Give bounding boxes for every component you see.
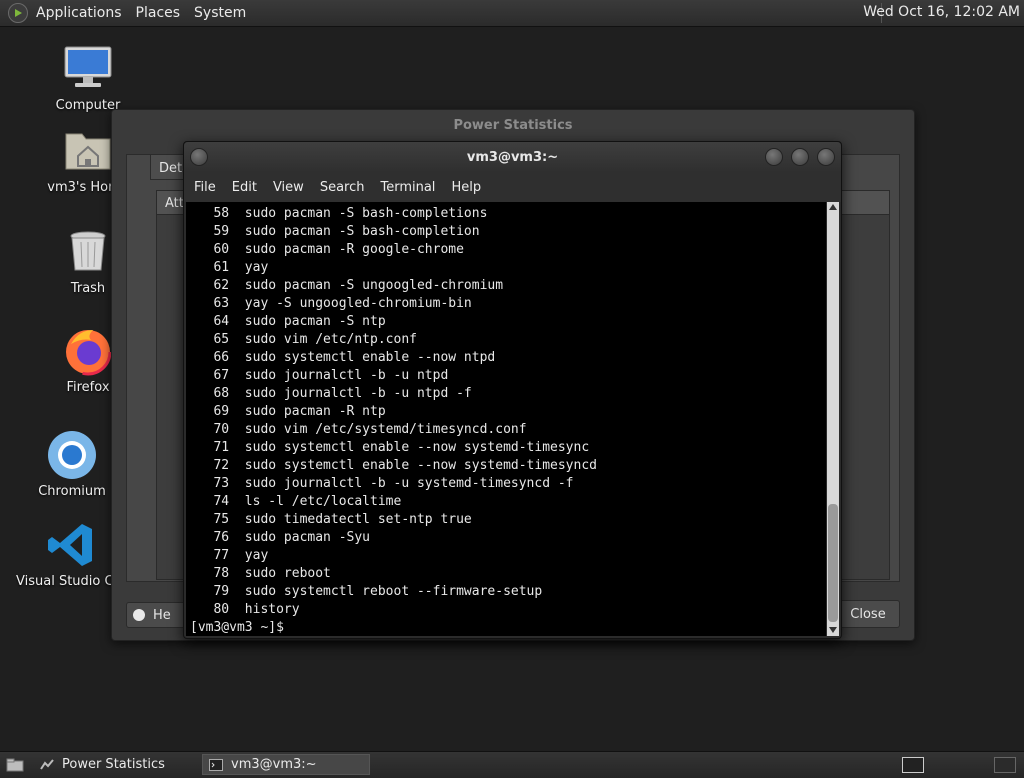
- scroll-down-icon[interactable]: [829, 627, 837, 633]
- desktop-icon-computer[interactable]: Computer: [38, 44, 138, 113]
- show-desktop-icon: [6, 758, 24, 771]
- close-icon[interactable]: [817, 148, 835, 166]
- menu-edit[interactable]: Edit: [232, 180, 257, 195]
- places-menu[interactable]: Places: [136, 5, 181, 21]
- trash-applet[interactable]: [990, 754, 1020, 775]
- bottom-taskbar: Power Statistics vm3@vm3:~: [0, 751, 1024, 778]
- desktop-icon-label: Chromium: [38, 484, 106, 499]
- power-statistics-icon: [40, 758, 54, 770]
- applications-menu[interactable]: Applications: [36, 5, 122, 21]
- computer-icon: [63, 44, 113, 94]
- terminal-menubar: File Edit View Search Terminal Help: [184, 172, 841, 202]
- home-folder-icon: [63, 126, 113, 176]
- menu-view[interactable]: View: [273, 180, 304, 195]
- desktop-icon-vscode[interactable]: Visual Studio Code: [16, 520, 126, 589]
- window-title: Power Statistics: [453, 118, 573, 133]
- distro-logo-icon[interactable]: [8, 3, 28, 23]
- terminal-history-lines: 58 sudo pacman -S bash-completions 59 su…: [190, 206, 597, 635]
- menu-help[interactable]: Help: [451, 180, 481, 195]
- taskbar-item-label: vm3@vm3:~: [231, 757, 317, 772]
- show-desktop-button[interactable]: [2, 754, 28, 775]
- terminal-title: vm3@vm3:~: [466, 150, 559, 165]
- close-button[interactable]: Close: [836, 600, 900, 628]
- menu-file[interactable]: File: [194, 180, 216, 195]
- workspace-icon: [902, 756, 924, 773]
- clock[interactable]: Wed Oct 16, 12:02 AM: [863, 4, 1020, 20]
- help-button[interactable]: He: [126, 602, 186, 628]
- desktop-icon-label: Visual Studio Code: [16, 574, 126, 589]
- minimize-icon[interactable]: [765, 148, 783, 166]
- system-menu[interactable]: System: [194, 5, 246, 21]
- terminal-window: vm3@vm3:~ File Edit View Search Terminal…: [183, 141, 842, 639]
- maximize-icon[interactable]: [791, 148, 809, 166]
- terminal-icon: [209, 758, 223, 771]
- help-button-label: He: [153, 607, 171, 623]
- chromium-icon: [47, 430, 97, 480]
- trash-icon: [63, 227, 113, 277]
- desktop-icon-chromium[interactable]: Chromium: [22, 430, 122, 499]
- top-panel: Applications Places System Wed Oct 16, 1…: [0, 0, 1024, 27]
- workspace-switcher[interactable]: [898, 754, 926, 775]
- terminal-output[interactable]: 58 sudo pacman -S bash-completions 59 su…: [186, 202, 826, 636]
- taskbar-item-terminal[interactable]: vm3@vm3:~: [202, 754, 370, 775]
- scroll-up-icon[interactable]: [829, 204, 837, 210]
- menu-terminal[interactable]: Terminal: [380, 180, 435, 195]
- help-icon: [133, 609, 145, 621]
- menu-search[interactable]: Search: [320, 180, 365, 195]
- firefox-icon: [63, 326, 113, 376]
- taskbar-item-label: Power Statistics: [62, 757, 165, 772]
- scrollbar-thumb[interactable]: [828, 504, 838, 622]
- taskbar-item-power-statistics[interactable]: Power Statistics: [34, 754, 198, 775]
- terminal-titlebar[interactable]: vm3@vm3:~: [184, 142, 841, 172]
- trash-applet-icon: [994, 756, 1016, 773]
- vscode-icon: [46, 520, 96, 570]
- terminal-scrollbar[interactable]: [827, 202, 839, 636]
